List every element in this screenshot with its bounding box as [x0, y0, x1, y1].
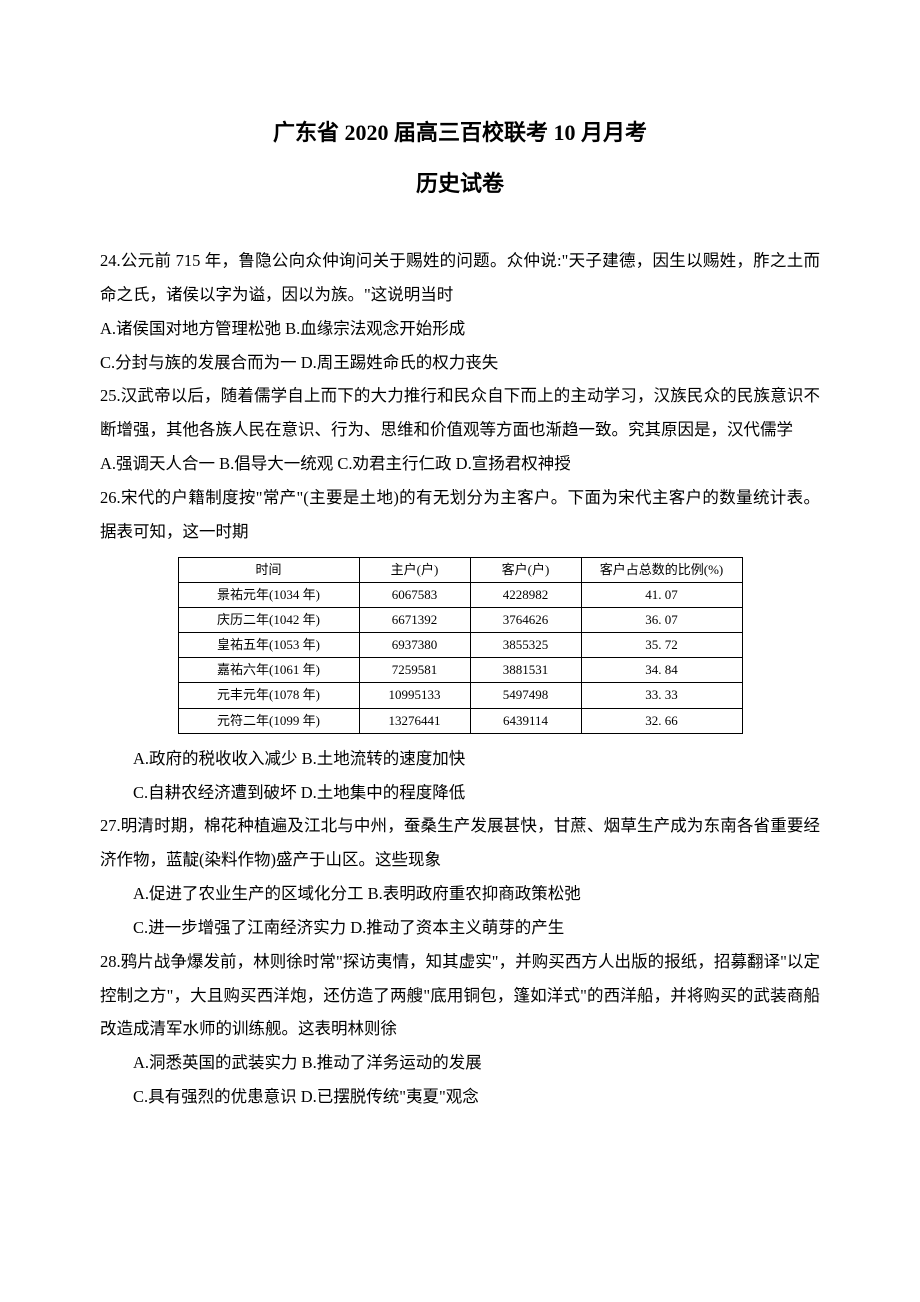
cell-time: 元丰元年(1078 年) [178, 683, 359, 708]
cell-time: 嘉祐六年(1061 年) [178, 658, 359, 683]
q28-options-line2: C.具有强烈的优患意识 D.已摆脱传统"夷夏"观念 [100, 1080, 820, 1114]
q26-options-line1: A.政府的税收收入减少 B.土地流转的速度加快 [100, 742, 820, 776]
table-row: 皇祐五年(1053 年) 6937380 3855325 35. 72 [178, 633, 742, 658]
cell-main: 10995133 [359, 683, 470, 708]
q24-options-line1: A.诸侯国对地方管理松弛 B.血缘宗法观念开始形成 [100, 312, 820, 346]
q28-options-line1: A.洞悉英国的武装实力 B.推动了洋务运动的发展 [100, 1046, 820, 1080]
table-row: 景祐元年(1034 年) 6067583 4228982 41. 07 [178, 582, 742, 607]
cell-main: 6671392 [359, 607, 470, 632]
cell-main: 6067583 [359, 582, 470, 607]
cell-ratio: 41. 07 [581, 582, 742, 607]
cell-time: 庆历二年(1042 年) [178, 607, 359, 632]
cell-ratio: 35. 72 [581, 633, 742, 658]
cell-time: 皇祐五年(1053 年) [178, 633, 359, 658]
table-row: 嘉祐六年(1061 年) 7259581 3881531 34. 84 [178, 658, 742, 683]
page-title: 广东省 2020 届高三百校联考 10 月月考 [100, 110, 820, 155]
cell-main: 13276441 [359, 708, 470, 733]
cell-guest: 3881531 [470, 658, 581, 683]
q25-options-line1: A.强调天人合一 B.倡导大一统观 C.劝君主行仁政 D.宣扬君权神授 [100, 447, 820, 481]
page-subtitle: 历史试卷 [100, 161, 820, 206]
q25-text: 25.汉武帝以后，随着儒学自上而下的大力推行和民众自下而上的主动学习，汉族民众的… [100, 379, 820, 447]
th-main: 主户(户) [359, 557, 470, 582]
th-time: 时间 [178, 557, 359, 582]
th-guest: 客户(户) [470, 557, 581, 582]
cell-time: 景祐元年(1034 年) [178, 582, 359, 607]
q26-options-line2: C.自耕农经济遭到破坏 D.土地集中的程度降低 [100, 776, 820, 810]
q24-options-line2: C.分封与族的发展合而为一 D.周王踢姓命氏的权力丧失 [100, 346, 820, 380]
cell-ratio: 32. 66 [581, 708, 742, 733]
q28-text: 28.鸦片战争爆发前，林则徐时常"探访夷情，知其虚实"，并购买西方人出版的报纸，… [100, 945, 820, 1046]
th-ratio: 客户占总数的比例(%) [581, 557, 742, 582]
cell-time: 元符二年(1099 年) [178, 708, 359, 733]
q26-data-table: 时间 主户(户) 客户(户) 客户占总数的比例(%) 景祐元年(1034 年) … [178, 557, 743, 734]
table-row: 庆历二年(1042 年) 6671392 3764626 36. 07 [178, 607, 742, 632]
cell-guest: 5497498 [470, 683, 581, 708]
table-row: 元符二年(1099 年) 13276441 6439114 32. 66 [178, 708, 742, 733]
table-header-row: 时间 主户(户) 客户(户) 客户占总数的比例(%) [178, 557, 742, 582]
cell-main: 6937380 [359, 633, 470, 658]
table-row: 元丰元年(1078 年) 10995133 5497498 33. 33 [178, 683, 742, 708]
cell-guest: 3764626 [470, 607, 581, 632]
q27-text: 27.明清时期，棉花种植遍及江北与中州，蚕桑生产发展甚快，甘蔗、烟草生产成为东南… [100, 809, 820, 877]
cell-guest: 6439114 [470, 708, 581, 733]
cell-guest: 3855325 [470, 633, 581, 658]
q27-options-line1: A.促进了农业生产的区域化分工 B.表明政府重农抑商政策松弛 [100, 877, 820, 911]
cell-ratio: 36. 07 [581, 607, 742, 632]
cell-guest: 4228982 [470, 582, 581, 607]
cell-ratio: 33. 33 [581, 683, 742, 708]
q24-text: 24.公元前 715 年，鲁隐公向众仲询问关于赐姓的问题。众仲说:"天子建德，因… [100, 244, 820, 312]
cell-main: 7259581 [359, 658, 470, 683]
q26-text: 26.宋代的户籍制度按"常产"(主要是土地)的有无划分为主客户。下面为宋代主客户… [100, 481, 820, 549]
cell-ratio: 34. 84 [581, 658, 742, 683]
q27-options-line2: C.进一步增强了江南经济实力 D.推动了资本主义萌芽的产生 [100, 911, 820, 945]
